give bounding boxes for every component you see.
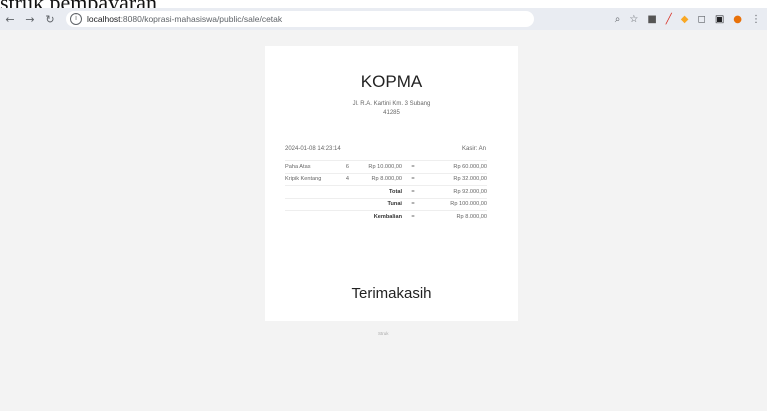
address-line-1: Jl. R.A. Kartini Km. 3 Subang — [352, 101, 431, 107]
item-price: Rp 8.000,00 — [353, 172, 402, 186]
side-panel-icon[interactable]: ▣ — [715, 14, 724, 25]
item-qty: 4 — [335, 172, 353, 186]
profile-avatar-icon[interactable]: ● — [733, 14, 742, 25]
item-name: Paha Atas — [285, 160, 335, 173]
forward-icon[interactable]: → — [20, 13, 40, 26]
item-subtotal: Rp 32.000,00 — [424, 172, 487, 186]
cash-row: Tunai = Rp 100.000,00 — [285, 197, 487, 211]
change-row: Kembalian = Rp 8.000,00 — [285, 210, 487, 223]
equals-sign: = — [402, 185, 424, 198]
browser-toolbar: ← → ↻ i localhost:8080/koprasi-mahasiswa… — [0, 8, 767, 30]
table-row: Kripik Kentang 4 Rp 8.000,00 = Rp 32.000… — [285, 172, 487, 186]
receipt-card: KOPMA Jl. R.A. Kartini Km. 3 Subang 4128… — [265, 46, 518, 321]
equals-sign: = — [402, 172, 424, 186]
total-label: Total — [285, 185, 402, 198]
url-host: localhost — [87, 14, 121, 24]
change-value: Rp 8.000,00 — [424, 210, 487, 223]
change-label: Kembalian — [285, 210, 402, 223]
transaction-date: 2024-01-08 14:23:14 — [285, 146, 341, 152]
reload-icon[interactable]: ↻ — [40, 13, 60, 26]
equals-sign: = — [402, 197, 424, 211]
thank-you-message: Terimakasih — [351, 285, 432, 302]
equals-sign: = — [402, 160, 424, 173]
extensions-puzzle-icon[interactable]: ◻ — [698, 14, 706, 25]
address-line-2: 41285 — [383, 110, 400, 116]
bookmark-star-icon[interactable]: ☆ — [629, 14, 638, 25]
site-info-icon[interactable]: i — [70, 13, 82, 25]
item-qty: 6 — [335, 160, 353, 173]
total-row: Total = Rp 92.000,00 — [285, 185, 487, 198]
print-button[interactable]: Struk — [378, 331, 389, 336]
cashier-name: Kasir: An — [461, 146, 486, 152]
back-icon[interactable]: ← — [0, 13, 20, 26]
extension-icon[interactable]: ■ — [647, 14, 656, 25]
item-price: Rp 10.000,00 — [353, 160, 402, 173]
document-caption: struk pembayaran — [0, 0, 157, 8]
menu-kebab-icon[interactable]: ⋮ — [751, 14, 761, 25]
extensions-area: ⌕ ☆ ■ ╱ ◆ ◻ ▣ ● ⋮ — [615, 8, 761, 30]
total-value: Rp 92.000,00 — [424, 185, 487, 198]
items-table: Paha Atas 6 Rp 10.000,00 = Rp 60.000,00 … — [285, 160, 487, 223]
store-title: KOPMA — [360, 72, 423, 91]
table-row: Paha Atas 6 Rp 10.000,00 = Rp 60.000,00 — [285, 160, 487, 173]
item-name: Kripik Kentang — [285, 172, 335, 186]
equals-sign: = — [402, 210, 424, 223]
zoom-icon[interactable]: ⌕ — [615, 14, 621, 25]
address-bar[interactable]: i localhost:8080/koprasi-mahasiswa/publi… — [66, 11, 534, 27]
cash-label: Tunai — [285, 197, 402, 211]
item-subtotal: Rp 60.000,00 — [424, 160, 487, 173]
url-path: :8080/koprasi-mahasiswa/public/sale/ceta… — [120, 14, 283, 24]
cash-value: Rp 100.000,00 — [424, 197, 487, 211]
pen-extension-icon[interactable]: ╱ — [666, 14, 672, 25]
store-address: Jl. R.A. Kartini Km. 3 Subang 41285 — [335, 100, 448, 118]
color-extension-icon[interactable]: ◆ — [681, 14, 689, 25]
